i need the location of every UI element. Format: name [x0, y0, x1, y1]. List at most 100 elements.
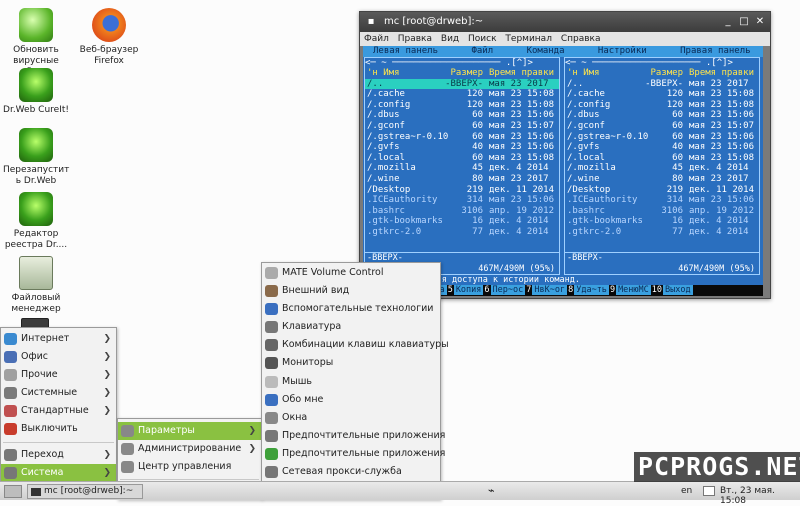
menu-item-about-me[interactable]: Обо мне	[262, 391, 440, 409]
menu-item-go[interactable]: Переход ❯	[1, 446, 116, 464]
menu-item-preferred-apps[interactable]: Предпочтительные приложения	[262, 427, 445, 445]
window-menu-icon[interactable]: ▪	[365, 16, 377, 28]
file-row[interactable]: /.gvfs 40 мая 23 15:06	[365, 142, 559, 153]
file-row[interactable]: /.local 60 мая 23 15:08	[365, 153, 559, 164]
file-row[interactable]: /.gconf 60 мая 23 15:07	[365, 121, 559, 132]
menu-item-label: Сетевая прокси-служба	[282, 466, 402, 478]
fkey-label[interactable]: МенюМС	[616, 285, 651, 295]
clock[interactable]: Вт., 23 мая. 15:08	[720, 486, 800, 506]
file-row[interactable]: .gtk-bookmarks 16 дек. 4 2014	[565, 216, 759, 227]
file-row[interactable]: .ICEauthority 314 мая 23 15:06	[365, 195, 559, 206]
mc-right-panel[interactable]: <─ ~ ──────────────────── .[^]> 'н Имя Р…	[564, 57, 760, 275]
menu-item-system[interactable]: Системные ❯	[1, 384, 116, 402]
file-row[interactable]: .bashrc 3106 апр. 19 2012	[565, 206, 759, 217]
file-row[interactable]: .bashrc 3106 апр. 19 2012	[365, 206, 559, 217]
mc-left-panel[interactable]: <─ ~ ──────────────────── .[^]> 'н Имя Р…	[364, 57, 560, 275]
mc-command-menu[interactable]: Команда	[527, 46, 565, 56]
menu-item-keyboard[interactable]: Клавиатура	[262, 318, 440, 336]
menu-terminal[interactable]: Терминал	[505, 34, 552, 44]
file-row[interactable]: .ICEauthority 314 мая 23 15:06	[565, 195, 759, 206]
file-size: 314	[666, 195, 683, 206]
file-row[interactable]: /.gconf 60 мая 23 15:07	[565, 121, 759, 132]
maximize-icon[interactable]: □	[738, 16, 750, 28]
taskbar-button-mc[interactable]: mc [root@drweb]:~	[27, 484, 143, 499]
menu-item-monitor[interactable]: Мониторы	[262, 354, 440, 372]
file-row[interactable]: /.. -ВВЕРХ-мая 23 2017	[365, 78, 559, 90]
file-row[interactable]: /.gvfs 40 мая 23 15:06	[565, 142, 759, 153]
menu-item-label: Стандартные	[21, 405, 89, 417]
column-size[interactable]: Размер	[441, 68, 483, 79]
menu-item-globe[interactable]: Интернет ❯	[1, 330, 116, 348]
registry-editor-icon	[19, 192, 53, 226]
menu-help[interactable]: Справка	[561, 34, 601, 44]
mc-settings-menu[interactable]: Настройки	[598, 46, 647, 56]
fkey-label[interactable]: Копия	[453, 285, 484, 295]
menu-file[interactable]: Файл	[364, 34, 389, 44]
file-row[interactable]: /.wine 80 мая 23 2017	[365, 174, 559, 185]
menu-item-windows[interactable]: Окна	[262, 409, 440, 427]
column-name[interactable]: 'н Имя	[367, 68, 400, 79]
file-row[interactable]: /Desktop 219 дек. 11 2014	[565, 185, 759, 196]
menu-item-admin[interactable]: Администрирование ❯	[118, 440, 261, 458]
file-row[interactable]: /.gstrea~r-0.10 60 мая 23 15:06	[365, 132, 559, 143]
file-row[interactable]: /.cache 120 мая 23 15:08	[565, 89, 759, 100]
menu-item-office[interactable]: Офис ❯	[1, 348, 116, 366]
fkey-label[interactable]: Пер~ос	[490, 285, 526, 295]
file-row[interactable]: /.mozilla 45 дек. 4 2014	[565, 163, 759, 174]
menu-edit[interactable]: Правка	[398, 34, 432, 44]
menu-item-mouse[interactable]: Мышь	[262, 373, 440, 391]
menu-item-control-center[interactable]: Центр управления	[118, 458, 261, 476]
fkey-label[interactable]: Уда~ть	[574, 285, 609, 295]
file-row[interactable]: /.. -ВВЕРХ-мая 23 2017	[565, 79, 759, 90]
fkey-label[interactable]: Выход	[663, 285, 693, 295]
file-row[interactable]: /.dbus 60 мая 23 15:06	[365, 110, 559, 121]
file-row[interactable]: .gtk-bookmarks 16 дек. 4 2014	[365, 216, 559, 227]
mc-file-menu[interactable]: Файл	[471, 46, 493, 56]
menu-item-volume[interactable]: MATE Volume Control	[262, 264, 440, 282]
column-size[interactable]: Размер	[641, 68, 683, 79]
file-size: 80	[672, 173, 683, 184]
file-row[interactable]: /Desktop 219 дек. 11 2014	[365, 185, 559, 196]
accessibility-icon	[265, 303, 278, 316]
file-row[interactable]: .gtkrc-2.0 77 дек. 4 2014	[565, 227, 759, 238]
file-row[interactable]: /.wine 80 мая 23 2017	[565, 174, 759, 185]
desktop-icon-restart-drweb[interactable]: Перезапустит ь Dr.Web	[3, 128, 69, 187]
minimize-icon[interactable]: _	[722, 16, 734, 28]
menu-item-accessories[interactable]: Стандартные ❯	[1, 402, 116, 420]
menu-item-preferences[interactable]: Параметры ❯	[118, 422, 261, 441]
file-row[interactable]: /.config 120 мая 23 15:08	[565, 100, 759, 111]
menu-item-accessibility[interactable]: Вспомогательные технологии	[262, 300, 440, 318]
keyboard-layout[interactable]: en	[681, 486, 692, 496]
menu-item-misc[interactable]: Прочие ❯	[1, 366, 116, 384]
menu-item-preferred-apps-check[interactable]: Предпочтительные приложения	[262, 445, 445, 463]
show-desktop-button[interactable]	[4, 485, 22, 498]
menu-item-system-settings[interactable]: Система ❯	[1, 463, 116, 482]
file-row[interactable]: /.gstrea~r-0.10 60 мая 23 15:06	[565, 132, 759, 143]
desktop-icon-file-manager[interactable]: Файловый менеджер	[3, 256, 69, 315]
menu-search[interactable]: Поиск	[468, 34, 497, 44]
desktop-icon-firefox[interactable]: Веб-браузер Firefox	[76, 8, 142, 67]
file-row[interactable]: /.dbus 60 мая 23 15:06	[565, 110, 759, 121]
desktop-icon-cureit[interactable]: Dr.Web CureIt!	[3, 68, 69, 116]
window-titlebar[interactable]: mc [root@drweb]:~ ▪ _ □ ✕	[360, 12, 770, 32]
menu-item-proxy[interactable]: Сетевая прокси-служба	[262, 463, 440, 481]
menu-item-appearance[interactable]: Внешний вид	[262, 282, 440, 300]
menu-item-power[interactable]: Выключить	[1, 420, 116, 438]
menu-view[interactable]: Вид	[441, 34, 459, 44]
file-row[interactable]: /.cache 120 мая 23 15:08	[365, 89, 559, 100]
mc-right-panel-menu[interactable]: Правая панель	[680, 46, 750, 56]
close-icon[interactable]: ✕	[754, 16, 766, 28]
column-time[interactable]: Время правки	[689, 68, 754, 79]
file-time: дек. 4 2014	[689, 226, 749, 237]
file-row[interactable]: /.local 60 мая 23 15:08	[565, 153, 759, 164]
desktop-icon-registry-editor[interactable]: Редактор реестра Dr....	[3, 192, 69, 251]
file-row[interactable]: .gtkrc-2.0 77 дек. 4 2014	[365, 227, 559, 238]
mc-left-panel-menu[interactable]: Левая панель	[373, 46, 438, 56]
fkey-label[interactable]: НвК~ог	[532, 285, 568, 295]
column-time[interactable]: Время правки	[489, 68, 554, 79]
network-tray-icon[interactable]: ⌁	[488, 484, 495, 497]
column-name[interactable]: 'н Имя	[567, 68, 600, 79]
menu-item-shortcuts[interactable]: Комбинации клавиш клавиатуры	[262, 336, 449, 354]
file-row[interactable]: /.config 120 мая 23 15:08	[365, 100, 559, 111]
file-row[interactable]: /.mozilla 45 дек. 4 2014	[365, 163, 559, 174]
